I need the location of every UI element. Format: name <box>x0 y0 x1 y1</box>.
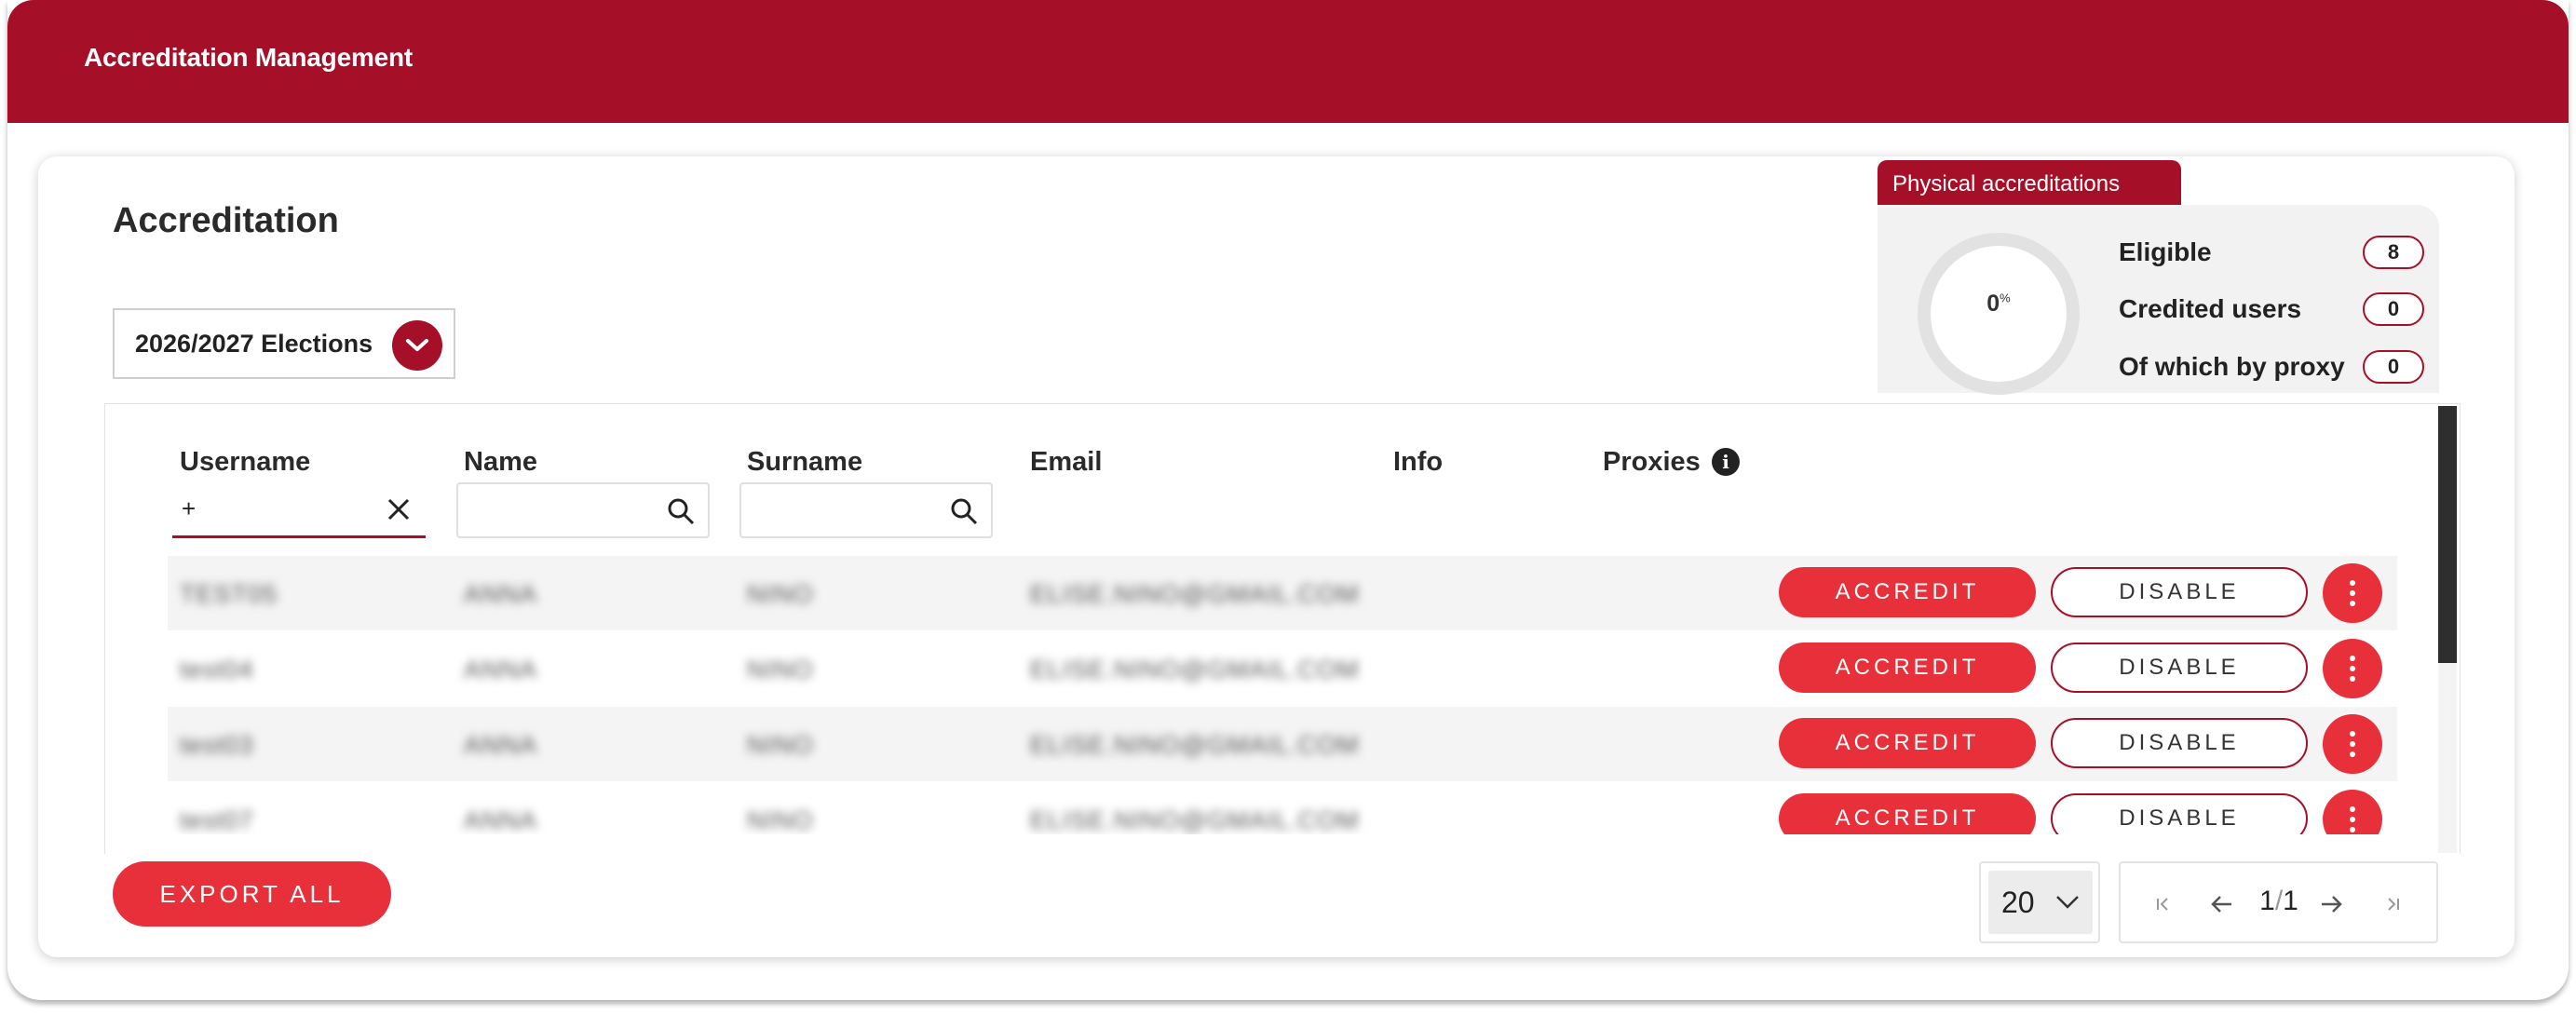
chevron-down-icon[interactable] <box>392 320 442 371</box>
progress-percent: 0% <box>1915 291 2082 318</box>
accredit-button[interactable]: ACCREDIT <box>1779 718 2036 768</box>
cell-name: ANNA <box>464 656 538 683</box>
cell-name: ANNA <box>464 731 538 759</box>
col-info: Info <box>1393 447 1444 477</box>
cell-surname: NINO <box>747 580 814 608</box>
cell-surname: NINO <box>747 731 814 759</box>
more-vertical-icon[interactable] <box>2323 714 2382 774</box>
col-email: Email <box>1030 447 1103 477</box>
name-filter-input[interactable] <box>466 484 659 536</box>
col-surname: Surname <box>747 447 863 477</box>
pagination: 1/1 <box>2119 861 2438 943</box>
table-row: test04 ANNA NINO ELISE.NINO@GMAIL.COM AC… <box>168 631 2397 706</box>
accredit-button[interactable]: ACCREDIT <box>1779 567 2036 617</box>
election-select-value: 2026/2027 Elections <box>135 329 373 358</box>
stat-badge-credited: 0 <box>2363 292 2424 326</box>
search-icon[interactable] <box>667 497 695 525</box>
disable-button[interactable]: DISABLE <box>2051 718 2308 768</box>
name-filter[interactable] <box>456 482 710 538</box>
cell-email: ELISE.NINO@GMAIL.COM <box>1030 580 1360 608</box>
username-filter[interactable] <box>172 482 426 538</box>
accredit-button[interactable]: ACCREDIT <box>1779 643 2036 693</box>
election-select[interactable]: 2026/2027 Elections <box>113 308 455 379</box>
cell-surname: NINO <box>747 656 814 683</box>
page-title: Accreditation <box>113 201 339 240</box>
col-proxies: Proxies <box>1603 447 1701 477</box>
cell-username: TEST05 <box>180 580 278 608</box>
col-username: Username <box>180 447 311 477</box>
next-page-icon[interactable] <box>2318 891 2344 917</box>
table-row: test07 ANNA NINO ELISE.NINO@GMAIL.COM AC… <box>168 782 2397 834</box>
clear-icon[interactable] <box>385 495 413 523</box>
top-bar: Accreditation Management <box>7 0 2569 123</box>
accredit-button[interactable]: ACCREDIT <box>1779 793 2036 834</box>
app-title: Accreditation Management <box>84 43 414 72</box>
table-row: test03 ANNA NINO ELISE.NINO@GMAIL.COM AC… <box>168 707 2397 781</box>
export-all-button[interactable]: EXPORT ALL <box>113 861 391 927</box>
page-size-value[interactable]: 20 <box>1988 871 2093 934</box>
total-pages: 1 <box>2283 886 2298 916</box>
cell-name: ANNA <box>464 580 538 608</box>
cell-surname: NINO <box>747 806 814 834</box>
stat-badge-eligible: 8 <box>2363 236 2424 269</box>
stat-label-eligible: Eligible <box>2119 237 2212 266</box>
more-vertical-icon[interactable] <box>2323 790 2382 834</box>
disable-button[interactable]: DISABLE <box>2051 643 2308 693</box>
more-vertical-icon[interactable] <box>2323 639 2382 698</box>
username-filter-input[interactable] <box>180 482 377 535</box>
stat-badge-proxy: 0 <box>2363 350 2424 384</box>
percent-value: 0 <box>1986 291 2000 317</box>
stat-label-credited: Credited users <box>2119 294 2302 323</box>
scrollbar-thumb[interactable] <box>2438 406 2457 663</box>
page-size-select[interactable]: 20 <box>1979 861 2100 943</box>
search-icon[interactable] <box>950 497 978 525</box>
surname-filter[interactable] <box>739 482 993 538</box>
last-page-icon[interactable] <box>2379 891 2406 917</box>
disable-button[interactable]: DISABLE <box>2051 567 2308 617</box>
cell-name: ANNA <box>464 806 538 834</box>
disable-button[interactable]: DISABLE <box>2051 793 2308 834</box>
info-icon[interactable]: i <box>1712 448 1740 476</box>
more-vertical-icon[interactable] <box>2323 563 2382 623</box>
col-name: Name <box>464 447 537 477</box>
cell-username: test07 <box>180 806 254 834</box>
first-page-icon[interactable] <box>2150 891 2176 917</box>
cell-username: test04 <box>180 656 254 683</box>
percent-unit: % <box>2000 291 2011 305</box>
page-size-label: 20 <box>2001 885 2035 919</box>
cell-email: ELISE.NINO@GMAIL.COM <box>1030 656 1360 683</box>
cell-email: ELISE.NINO@GMAIL.COM <box>1030 731 1360 759</box>
current-page: 1 <box>2259 886 2275 916</box>
stat-label-proxy: Of which by proxy <box>2119 352 2345 381</box>
table-row: TEST05 ANNA NINO ELISE.NINO@GMAIL.COM AC… <box>168 556 2397 630</box>
cell-email: ELISE.NINO@GMAIL.COM <box>1030 806 1360 834</box>
chevron-down-icon <box>2056 896 2079 909</box>
stats-tab: Physical accreditations <box>1878 160 2181 209</box>
prev-page-icon[interactable] <box>2209 891 2235 917</box>
surname-filter-input[interactable] <box>749 484 942 536</box>
page-indicator: 1/1 <box>2259 886 2298 916</box>
cell-username: test03 <box>180 731 254 759</box>
